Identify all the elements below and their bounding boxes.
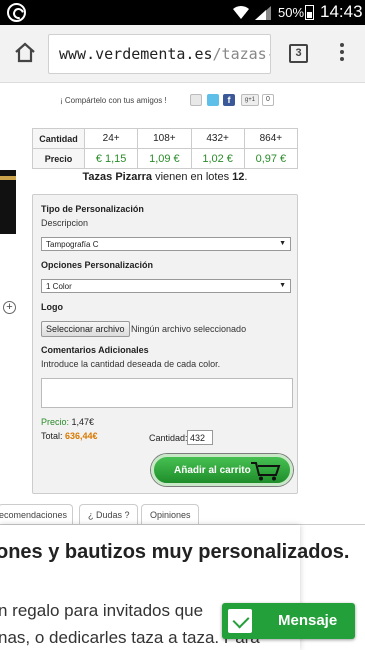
tipo-select-value: Tampografía C [46,240,99,249]
battery-percent: 50% [278,5,305,20]
price-cell: 1,02 € [190,148,245,169]
product-name: Tazas Pizarra [82,171,153,183]
tier-cell: 108+ [137,128,192,149]
tab-switcher-button[interactable]: 3 [289,44,308,63]
lot-info: Tazas Pizarra vienen en lotes 12. [32,171,298,183]
tier-cell: 24+ [83,128,139,149]
clock: 14:43 [320,2,363,21]
price-cell: 1,09 € [137,148,192,169]
file-status: Ningún archivo seleccionado [131,324,247,334]
total-label: Total: [41,431,63,441]
comments-textarea[interactable] [41,378,293,408]
envelope-icon [228,609,252,633]
tab-recomendaciones[interactable]: ecomendaciones [0,504,73,525]
table-row: Cantidad 24+ 108+ 432+ 864+ [32,128,299,149]
description-line-2: nas, o dedicarles taza a taza. Para [0,628,260,647]
url-path: /tazas- [212,45,271,63]
email-share-icon[interactable] [190,94,202,106]
tier-cell: 432+ [190,128,245,149]
opciones-select[interactable]: 1 Color ▼ [41,279,291,293]
precio-value: 1,47€ [71,417,95,427]
twitter-share-icon[interactable] [207,94,219,106]
add-to-cart-label: Añadir al carrito [174,465,251,476]
cart-icon [251,462,281,481]
tab-opiniones[interactable]: Opiniones [141,504,199,525]
url-host: www.verdementa.es [59,45,213,63]
tipo-description: Descripcion [41,218,89,228]
comments-label: Comentarios Adicionales [41,345,149,355]
message-button[interactable]: Mensaje [222,603,355,639]
status-bar: 50% 14:43 [0,0,365,25]
tier-cell: 864+ [243,128,299,149]
dropdown-arrow-icon: ▼ [279,282,286,289]
description-heading: ones y bautizos muy personalizados. [0,541,350,563]
description-line-1: n regalo para invitados que [0,601,204,620]
qty-header: Cantidad [32,128,85,149]
share-text: ¡ Compártelo con tus amigos ! [60,96,167,105]
signal-icon [255,6,271,20]
customization-form: Tipo de Personalización Descripcion Tamp… [32,194,298,494]
product-image[interactable] [0,170,16,234]
cantidad-label: Cantidad: [149,433,188,443]
share-bar: ¡ Compártelo con tus amigos ! f g+1 0 [60,94,320,108]
comments-hint: Introduce la cantidad deseada de cada co… [41,359,221,369]
quantity-input[interactable]: 432 [187,430,213,445]
whatsapp-icon [7,3,26,22]
gplus-share-button[interactable]: g+1 [241,94,259,106]
price-cell: € 1,15 [83,148,139,169]
tipo-select[interactable]: Tampografía C ▼ [41,237,291,251]
price-table: Cantidad 24+ 108+ 432+ 864+ Precio € 1,1… [32,128,299,169]
message-label: Mensaje [278,612,338,629]
precio-label: Precio: [41,417,70,427]
total-price: Total: 636,44€ [41,431,98,441]
table-row: Precio € 1,15 1,09 € 1,02 € 0,97 € [32,148,299,169]
lot-end: . [244,171,248,183]
browser-toolbar: www.verdementa.es/tazas- 3 [0,25,365,83]
tab-dudas[interactable]: ¿ Dudas ? [79,504,138,525]
logo-label: Logo [41,302,63,312]
gplus-count: 0 [262,94,274,106]
file-select-button[interactable]: Seleccionar archivo [41,321,130,337]
facebook-share-icon[interactable]: f [223,94,235,106]
total-value: 636,44€ [65,431,98,441]
price-header: Precio [32,148,85,169]
opciones-select-value: 1 Color [46,282,72,291]
lot-text: vienen en lotes [152,171,233,183]
dropdown-arrow-icon: ▼ [279,240,286,247]
price-cell: 0,97 € [243,148,299,169]
lot-size: 12 [232,171,245,183]
wifi-icon [233,5,249,19]
home-icon[interactable] [14,41,36,63]
opciones-label: Opciones Personalización [41,260,154,270]
unit-price: Precio: 1,47€ [41,417,94,427]
tipo-label: Tipo de Personalización [41,204,144,214]
battery-icon [305,5,314,20]
add-to-cart-button[interactable]: Añadir al carrito [151,454,293,486]
zoom-plus-icon[interactable]: + [3,301,16,314]
url-bar[interactable]: www.verdementa.es/tazas- [48,34,271,74]
overflow-menu-icon[interactable] [340,43,344,65]
